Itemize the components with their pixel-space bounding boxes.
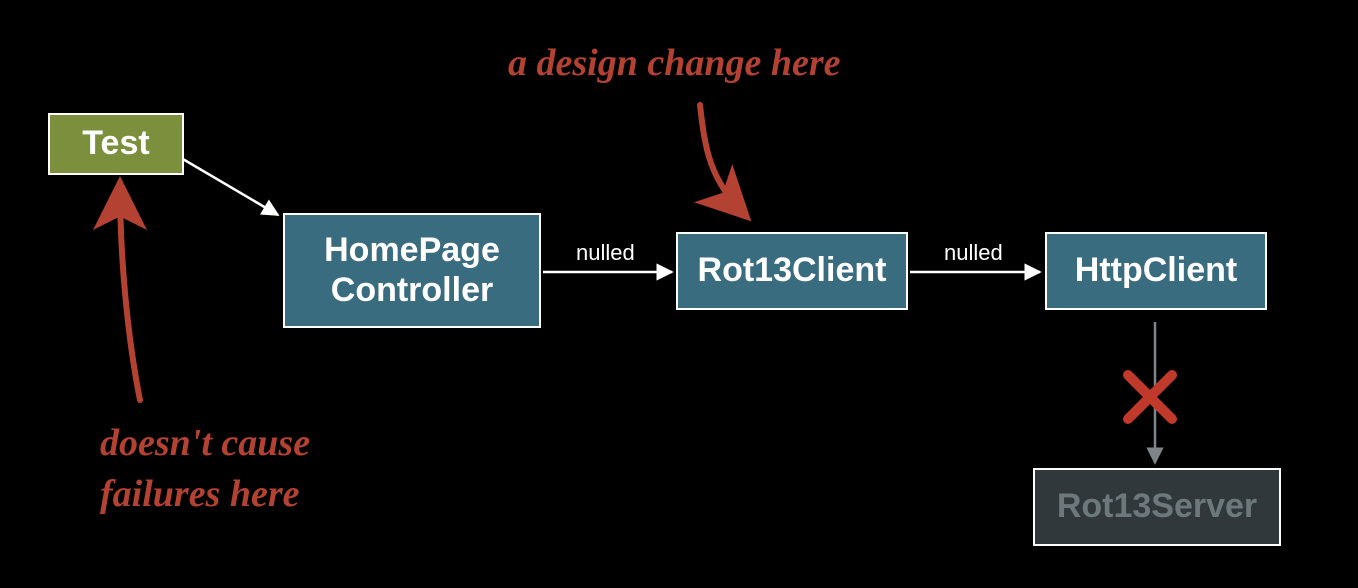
- node-test: Test: [48, 113, 184, 175]
- edge-test-to-controller: [176, 155, 278, 215]
- blocked-x-icon: [1128, 375, 1172, 419]
- node-httpclient: HttpClient: [1045, 232, 1267, 310]
- node-rot13client-label: Rot13Client: [698, 251, 887, 290]
- annotation-bottom: doesn't cause failures here: [100, 418, 310, 521]
- node-test-label: Test: [82, 124, 149, 163]
- annotation-top: a design change here: [508, 38, 841, 89]
- node-rot13client: Rot13Client: [676, 232, 908, 310]
- node-rot13server: Rot13Server: [1033, 468, 1281, 546]
- node-controller: HomePage Controller: [283, 213, 541, 328]
- edge-label-controller-rot13: nulled: [576, 240, 635, 266]
- diagram-stage: Test HomePage Controller Rot13Client Htt…: [0, 0, 1358, 588]
- annotation-arrow-top: [700, 105, 745, 215]
- node-controller-label: HomePage Controller: [299, 231, 525, 309]
- node-httpclient-label: HttpClient: [1075, 251, 1237, 290]
- annotation-arrow-bottom: [120, 185, 140, 400]
- node-rot13server-label: Rot13Server: [1057, 487, 1257, 526]
- edge-label-rot13-http: nulled: [944, 240, 1003, 266]
